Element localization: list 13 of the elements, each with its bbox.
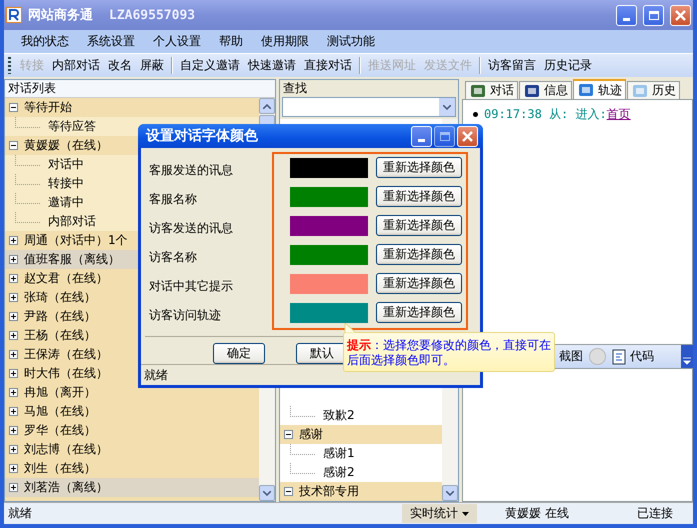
tooltip: 提示：选择您要修改的颜色，直接可在后面选择颜色即可。 xyxy=(343,332,555,372)
color-label: 访客访问轨迹 xyxy=(149,307,222,324)
account-id: LZA69557093 xyxy=(109,8,196,22)
search-label: 查找 xyxy=(282,80,308,97)
connection-status: 已连接 xyxy=(636,505,674,522)
track-entry: 09:17:38 从: 进入: xyxy=(484,106,607,123)
color-label: 客服名称 xyxy=(149,191,198,208)
color-label: 客服发送的讯息 xyxy=(149,162,234,179)
panel-header: 对话列表 xyxy=(5,80,275,98)
window-title: 网站商务通 xyxy=(28,6,93,24)
status-text: 就绪 xyxy=(8,505,32,522)
user-status: 黄媛媛 在线 xyxy=(504,505,570,522)
color-label: 访客名称 xyxy=(149,249,198,266)
